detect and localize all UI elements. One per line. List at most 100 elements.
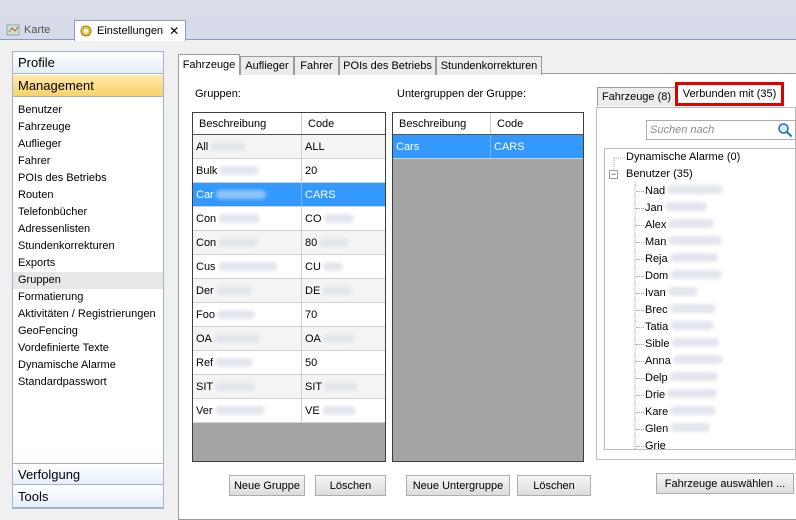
nav-item[interactable]: Benutzer: [13, 102, 163, 119]
nav-item[interactable]: Vordefinierte Texte: [13, 340, 163, 357]
tree-node-user[interactable]: Tatia: [645, 319, 715, 336]
redacted-text: [324, 382, 359, 391]
tree-node-user[interactable]: Brec: [645, 302, 716, 319]
cell-code: VE: [302, 399, 385, 422]
search-icon[interactable]: [777, 122, 793, 141]
column-header-description[interactable]: Beschreibung: [393, 113, 491, 134]
table-row[interactable]: Ver VE: [193, 399, 385, 423]
groups-rows: All ALL Bulk 20 Car CARS Con CO Con 80 Cus CU Der DE F…: [193, 135, 385, 423]
collapse-icon[interactable]: −: [609, 170, 618, 179]
close-icon[interactable]: ✕: [169, 24, 179, 38]
nav-item[interactable]: Gruppen: [13, 272, 163, 289]
connection-tree[interactable]: Dynamische Alarme (0) − Benutzer (35) Na…: [604, 148, 796, 450]
tab-fahrer[interactable]: Fahrer: [294, 56, 339, 75]
nav-item[interactable]: GeoFencing: [13, 323, 163, 340]
delete-subgroup-button[interactable]: Löschen: [517, 475, 591, 496]
cell-text: CARS: [305, 188, 336, 201]
nav-section-tracking[interactable]: Verfolgung: [13, 463, 163, 485]
tree-node-dynamic-alarms[interactable]: Dynamische Alarme (0): [626, 149, 740, 166]
tree-node-user[interactable]: Ivan: [645, 285, 698, 302]
cell-code: 70: [302, 303, 385, 326]
redacted-text: [215, 190, 266, 199]
nav-item[interactable]: Telefonbücher: [13, 204, 163, 221]
tab-pois[interactable]: POIs des Betriebs: [339, 56, 436, 75]
redacted-text: [219, 166, 260, 175]
nav-item[interactable]: Adressenlisten: [13, 221, 163, 238]
nav-item[interactable]: Standardpasswort: [13, 374, 163, 391]
tree-node-user[interactable]: Dom: [645, 268, 723, 285]
table-row[interactable]: Car CARS: [193, 183, 385, 207]
column-header-code[interactable]: Code: [491, 113, 583, 134]
column-header-description[interactable]: Beschreibung: [193, 113, 302, 134]
tab-fahrzeuge[interactable]: Fahrzeuge: [178, 54, 240, 75]
redacted-text: [667, 185, 724, 194]
table-row[interactable]: Con CO: [193, 207, 385, 231]
tree-node-user[interactable]: Sible: [645, 336, 720, 353]
cell-description: All: [193, 135, 302, 158]
nav-section-management[interactable]: Management: [13, 75, 163, 97]
tree-node-user[interactable]: Alex: [645, 217, 715, 234]
nav-item[interactable]: Dynamische Alarme: [13, 357, 163, 374]
tab-vehicles-count[interactable]: Fahrzeuge (8): [597, 87, 676, 106]
tree-node-user[interactable]: Grie: [645, 438, 666, 450]
nav-section-profile[interactable]: Profile: [13, 52, 163, 74]
tree-node-user[interactable]: Nad: [645, 183, 724, 200]
tree-node-user[interactable]: Delp: [645, 370, 718, 387]
nav-item[interactable]: POIs des Betriebs: [13, 170, 163, 187]
column-header-code[interactable]: Code: [302, 113, 385, 134]
nav-item[interactable]: Formatierung: [13, 289, 163, 306]
tree-node-user[interactable]: Anna: [645, 353, 723, 370]
cell-description: Con: [193, 231, 302, 254]
new-group-button[interactable]: Neue Gruppe: [229, 475, 305, 496]
select-vehicles-button[interactable]: Fahrzeuge auswählen ...: [656, 473, 794, 494]
nav-section-tools[interactable]: Tools: [13, 486, 163, 508]
table-row[interactable]: SIT SIT: [193, 375, 385, 399]
subgroups-rows: Cars CARS: [393, 135, 583, 159]
table-row[interactable]: OA OA: [193, 327, 385, 351]
tab-stundenkorrekturen[interactable]: Stundenkorrekturen: [436, 56, 542, 75]
nav-item[interactable]: Fahrer: [13, 153, 163, 170]
groups-grid[interactable]: Beschreibung Code All ALL Bulk 20 Car CARS Con…: [192, 112, 386, 462]
tree-node-users[interactable]: Benutzer (35): [626, 166, 693, 183]
nav-item[interactable]: Exports: [13, 255, 163, 272]
tree-node-user[interactable]: Glen: [645, 421, 711, 438]
table-row[interactable]: Cus CU: [193, 255, 385, 279]
tree-node-label: Grie: [645, 440, 666, 450]
table-row[interactable]: Con 80: [193, 231, 385, 255]
cell-code: ALL: [302, 135, 385, 158]
cell-text: Car: [196, 188, 214, 201]
tree-node-user[interactable]: Man: [645, 234, 723, 251]
tree-connector: [636, 327, 644, 328]
tab-karte[interactable]: Karte: [2, 20, 64, 40]
redacted-text: [213, 334, 260, 343]
tab-connected-with[interactable]: Verbunden mit (35): [675, 82, 784, 106]
new-subgroup-button[interactable]: Neue Untergruppe: [406, 475, 510, 496]
tree-node-user[interactable]: Reja: [645, 251, 718, 268]
tree-node-user[interactable]: Drie: [645, 387, 718, 404]
table-row[interactable]: Der DE: [193, 279, 385, 303]
nav-item[interactable]: Stundenkorrekturen: [13, 238, 163, 255]
table-row[interactable]: Bulk 20: [193, 159, 385, 183]
nav-item[interactable]: Fahrzeuge: [13, 119, 163, 136]
tree-connector: [636, 293, 644, 294]
tree-node-user[interactable]: Jan: [645, 200, 707, 217]
tab-auflieger[interactable]: Auflieger: [240, 56, 294, 75]
table-row[interactable]: Foo 70: [193, 303, 385, 327]
tree-connector: [636, 208, 644, 209]
nav-items-list: Benutzer Fahrzeuge Auflieger Fahrer POIs des…: [13, 102, 163, 391]
table-row[interactable]: Cars CARS: [393, 135, 583, 159]
table-row[interactable]: Ref 50: [193, 351, 385, 375]
cell-text: Ver: [196, 404, 213, 417]
nav-item[interactable]: Aktivitäten / Registrierungen: [13, 306, 163, 323]
nav-item[interactable]: Auflieger: [13, 136, 163, 153]
tree-node-user[interactable]: Kare: [645, 404, 717, 421]
delete-group-button[interactable]: Löschen: [315, 475, 386, 496]
tree-connector: [636, 259, 644, 260]
tab-einstellungen[interactable]: Einstellungen ✕: [74, 20, 186, 41]
table-row[interactable]: All ALL: [193, 135, 385, 159]
cell-description: Con: [193, 207, 302, 230]
nav-item[interactable]: Routen: [13, 187, 163, 204]
redacted-text: [216, 310, 255, 319]
subgroups-grid[interactable]: Beschreibung Code Cars CARS: [392, 112, 584, 462]
search-input[interactable]: Suchen nach: [646, 120, 796, 140]
